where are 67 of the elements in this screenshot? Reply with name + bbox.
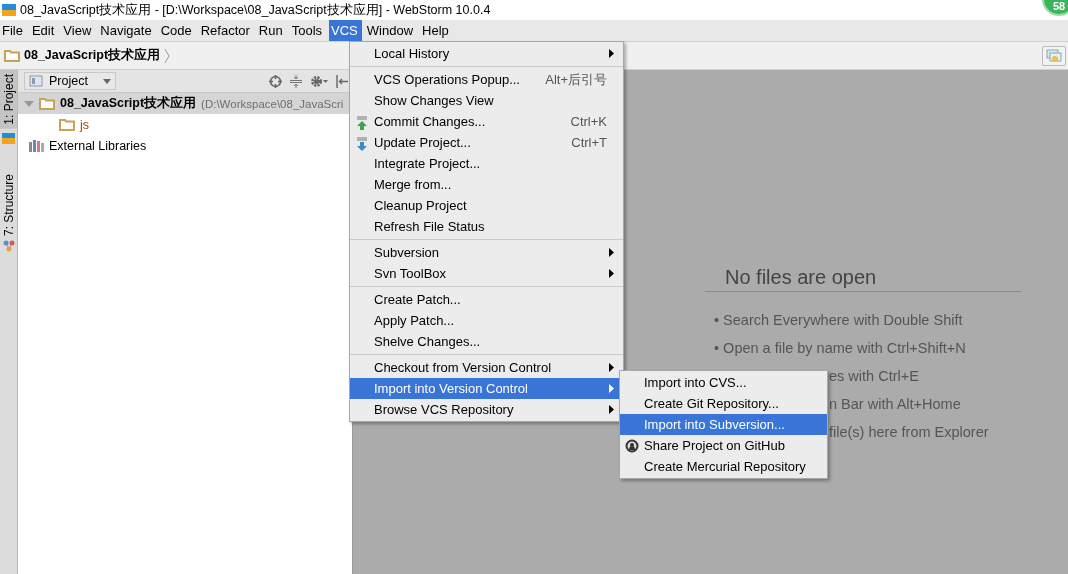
vcs-commit-icon (355, 113, 369, 130)
menu-item[interactable]: Share Project on GitHub (620, 435, 827, 456)
tree-row[interactable]: 08_JavaScript技术应用 (D:\Workspace\08_JavaScri (18, 93, 352, 114)
settings-icon[interactable] (310, 74, 328, 88)
menu-item[interactable]: Create Patch... (350, 289, 623, 310)
tree-row[interactable]: External Libraries (18, 135, 352, 156)
menu-item[interactable]: Svn ToolBox (350, 263, 623, 284)
menu-item[interactable]: Checkout from Version Control (350, 357, 623, 378)
editor-hint: n Bar with Alt+Home (829, 396, 961, 412)
tree-item-path: (D:\Workspace\08_JavaScri (201, 97, 344, 110)
app-logo-icon (2, 4, 16, 16)
vcs-update-icon (355, 134, 369, 151)
menu-item[interactable]: Help (420, 20, 453, 41)
structure-icon (2, 239, 15, 252)
menu-item[interactable]: Cleanup Project (350, 195, 623, 216)
tool-window-tab[interactable]: 7: Structure (1, 173, 16, 236)
menu-item[interactable]: Create Git Repository... (620, 393, 827, 414)
menu-item[interactable]: Navigate (98, 20, 156, 41)
menu-item[interactable]: Apply Patch... (350, 310, 623, 331)
hide-panel-icon[interactable] (336, 74, 348, 88)
menu-item[interactable]: Local History (350, 43, 623, 64)
menu-item[interactable]: Window (364, 20, 418, 41)
library-icon (29, 139, 44, 152)
menu-item[interactable]: VCS (329, 20, 362, 41)
menu-item[interactable]: VCS Operations Popup... Alt+后引号 (350, 69, 623, 90)
folder-icon (59, 118, 75, 131)
dropdown-caret-icon (103, 78, 111, 84)
window-title: 08_JavaScript技术应用 - [D:\Workspace\08_JavaScript技术应用] - WebStorm 10.0.4 (20, 1, 491, 19)
app-logo-icon (2, 132, 15, 144)
menu-item[interactable]: Tools (289, 20, 327, 41)
editor-hint: file(s) here from Explorer (829, 424, 989, 440)
notification-badge: 58 (1042, 0, 1068, 16)
menu-item[interactable]: Integrate Project... (350, 153, 623, 174)
menu-item[interactable]: Browse VCS Repository (350, 399, 623, 420)
menu-item[interactable]: Show Changes View (350, 90, 623, 111)
menu-item[interactable]: Create Mercurial Repository (620, 456, 827, 477)
menu-item[interactable]: Shelve Changes... (350, 331, 623, 352)
tree-item-label: 08_JavaScript技术应用 (60, 95, 197, 112)
menu-item[interactable]: Import into CVS... (620, 372, 827, 393)
menu-item[interactable]: Edit (29, 20, 59, 41)
collapse-icon[interactable] (290, 74, 302, 88)
menu-item[interactable]: Subversion (350, 242, 623, 263)
breadcrumb-item[interactable]: 08_JavaScript技术应用 (24, 47, 161, 64)
menu-item[interactable]: View (61, 20, 96, 41)
project-view-icon (29, 75, 43, 87)
menu-item[interactable]: Refactor (198, 20, 254, 41)
folder-icon (39, 97, 55, 110)
tree-row[interactable]: js (18, 114, 352, 135)
tree-item-label: External Libraries (49, 138, 147, 153)
menu-item[interactable]: Merge from... (350, 174, 623, 195)
menu-item[interactable]: Update Project... Ctrl+T (350, 132, 623, 153)
editor-hint: • Open a file by name with Ctrl+Shift+N (714, 340, 966, 356)
menu-item[interactable]: Run (256, 20, 287, 41)
menu-item[interactable]: Commit Changes... Ctrl+K (350, 111, 623, 132)
chevron-icon (164, 47, 171, 64)
menu-item[interactable]: Code (158, 20, 196, 41)
github-icon (625, 438, 639, 453)
editor-hint: es with Ctrl+E (829, 368, 919, 384)
folder-icon (4, 49, 20, 62)
menu-item[interactable]: Import into Subversion... (620, 414, 827, 435)
menu-item[interactable]: File (0, 20, 27, 41)
view-dropdown[interactable]: Project (24, 72, 116, 90)
locate-icon[interactable] (269, 74, 282, 88)
menu-item[interactable]: Refresh File Status (350, 216, 623, 237)
tree-item-label: js (80, 117, 90, 132)
editor-hint: • Search Everywhere with Double Shift (714, 312, 963, 328)
empty-editor-heading: No files are open (705, 266, 1021, 292)
